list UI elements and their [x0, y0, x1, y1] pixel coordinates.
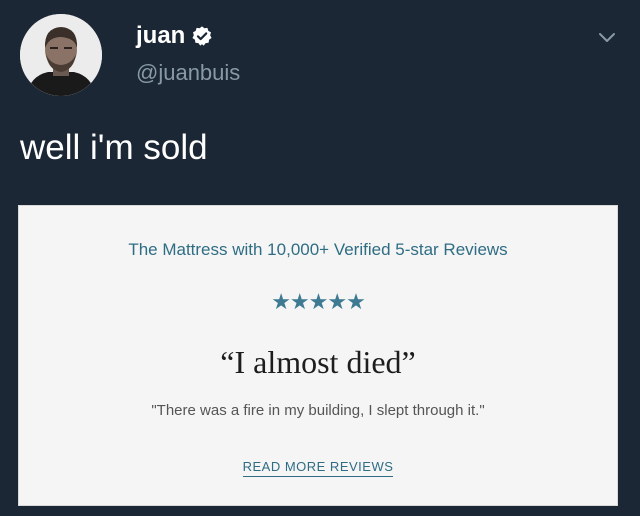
author-name-label: juan	[136, 22, 186, 49]
avatar-image	[20, 14, 102, 96]
link-card[interactable]: The Mattress with 10,000+ Verified 5-sta…	[18, 205, 618, 506]
author-handle[interactable]: @juanbuis	[136, 60, 240, 86]
star-rating: ★★★★★	[271, 289, 366, 314]
verified-badge-icon	[192, 26, 212, 46]
author-name[interactable]: juan	[136, 22, 213, 50]
tweet-text: well i'm sold	[20, 128, 208, 167]
review-quote: “I almost died”	[220, 344, 416, 380]
avatar[interactable]	[20, 14, 102, 96]
chevron-down-icon[interactable]	[596, 26, 618, 48]
review-text: "There was a fire in my building, I slep…	[151, 402, 485, 419]
read-more-reviews-link[interactable]: READ MORE REVIEWS	[242, 459, 394, 477]
card-headline: The Mattress with 10,000+ Verified 5-sta…	[128, 240, 508, 259]
